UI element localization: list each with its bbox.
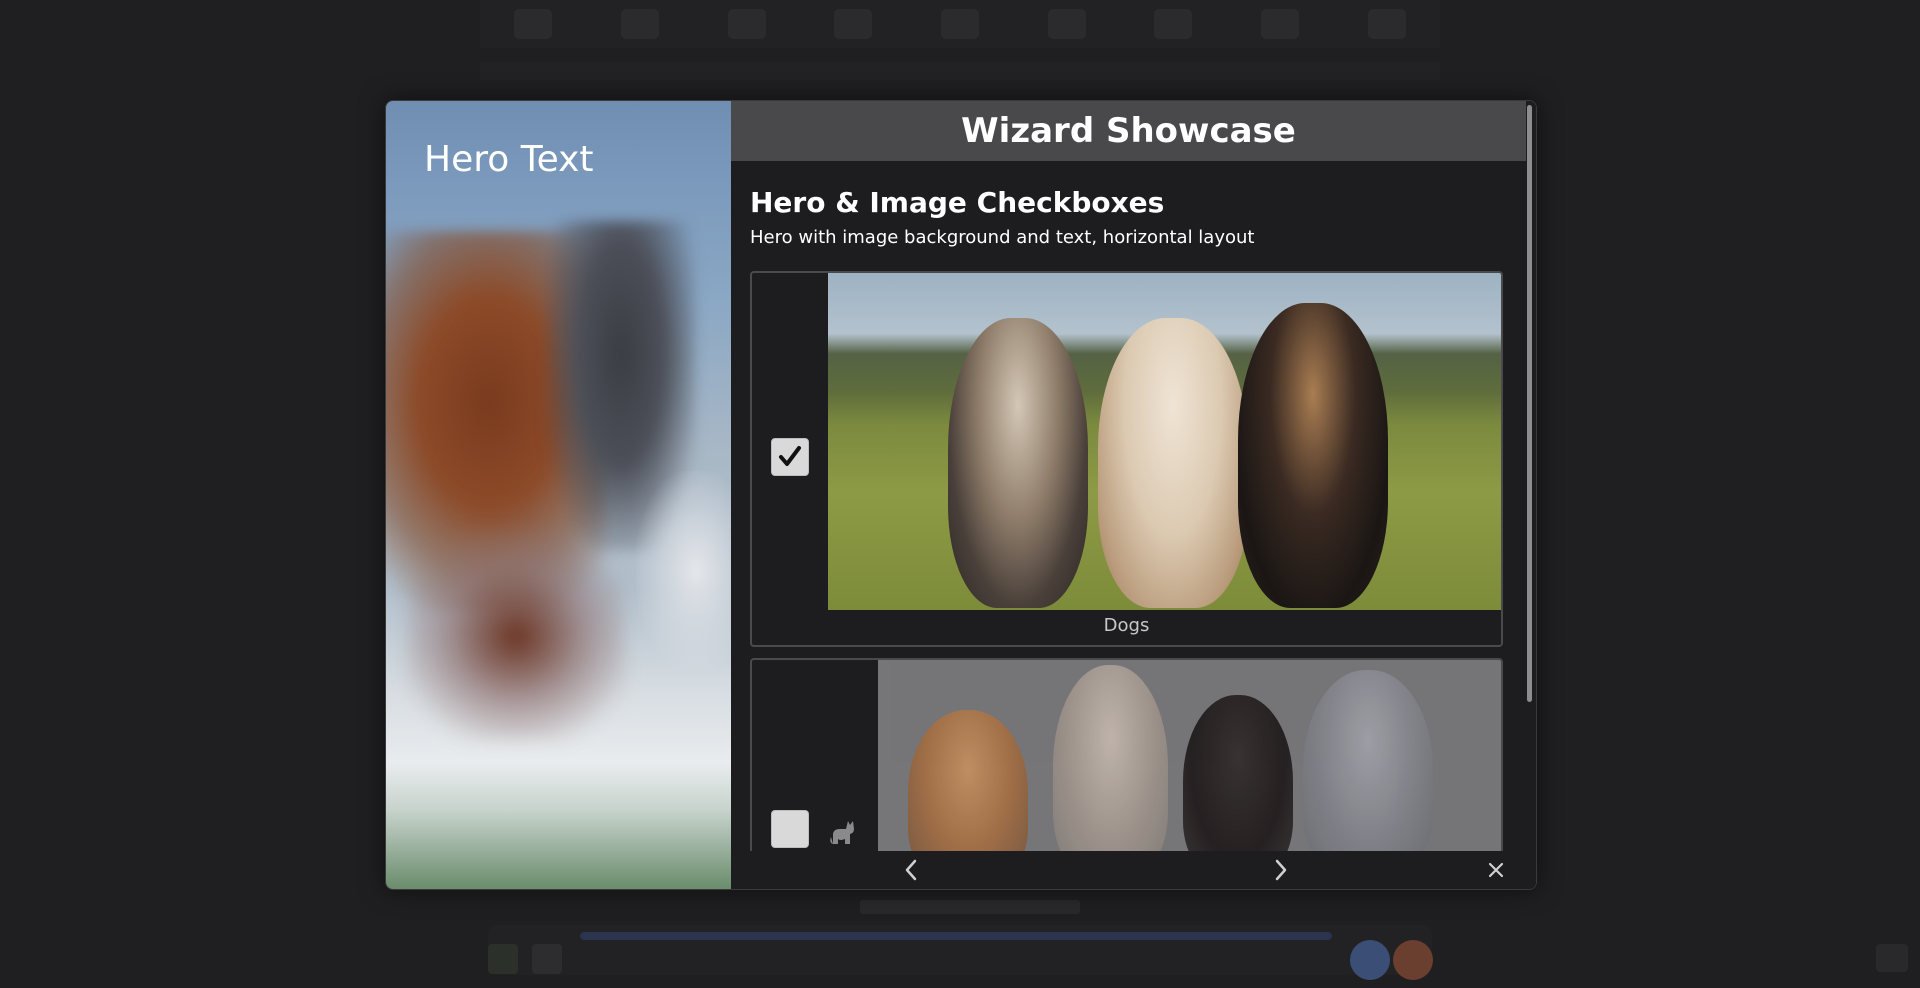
next-button[interactable] xyxy=(1268,857,1294,883)
chevron-left-icon xyxy=(905,859,917,881)
background-toolbar xyxy=(480,0,1440,48)
close-icon xyxy=(1488,862,1504,878)
scrollbar[interactable] xyxy=(1527,105,1532,702)
cat-icon xyxy=(830,821,854,844)
dogs-label: Dogs xyxy=(1103,615,1150,636)
background-avatar xyxy=(1393,940,1433,980)
background-corner-button xyxy=(1876,944,1908,972)
hero-panel: Hero Text xyxy=(386,101,731,889)
wizard-title: Wizard Showcase xyxy=(961,111,1296,151)
wizard-footer xyxy=(731,851,1536,889)
section-heading: Hero & Image Checkboxes xyxy=(750,186,1165,219)
background-avatar xyxy=(1350,940,1390,980)
dogs-checkbox[interactable] xyxy=(771,438,809,476)
section-header: Hero & Image Checkboxes Hero with image … xyxy=(750,186,1502,248)
option-card-dogs[interactable]: Dogs xyxy=(750,271,1503,647)
chevron-right-icon xyxy=(1275,859,1287,881)
option-card-cats[interactable] xyxy=(750,658,1503,862)
close-button[interactable] xyxy=(1483,857,1509,883)
background-icon xyxy=(532,944,562,974)
wizard-content: Wizard Showcase Hero & Image Checkboxes … xyxy=(731,101,1536,889)
background-status-text xyxy=(860,900,1080,914)
background-icon xyxy=(488,944,518,974)
previous-button[interactable] xyxy=(898,857,924,883)
wizard-modal: Hero Text Wizard Showcase Hero & Image C… xyxy=(385,100,1537,890)
cats-checkbox[interactable] xyxy=(771,810,809,848)
dogs-image xyxy=(828,273,1501,610)
section-description: Hero with image background and text, hor… xyxy=(750,227,1255,248)
cats-image xyxy=(878,660,1501,860)
hero-text: Hero Text xyxy=(424,139,594,180)
check-icon xyxy=(779,446,801,466)
background-strip xyxy=(480,62,1440,80)
background-progress-bar xyxy=(580,932,1332,940)
wizard-title-bar: Wizard Showcase xyxy=(731,101,1526,161)
